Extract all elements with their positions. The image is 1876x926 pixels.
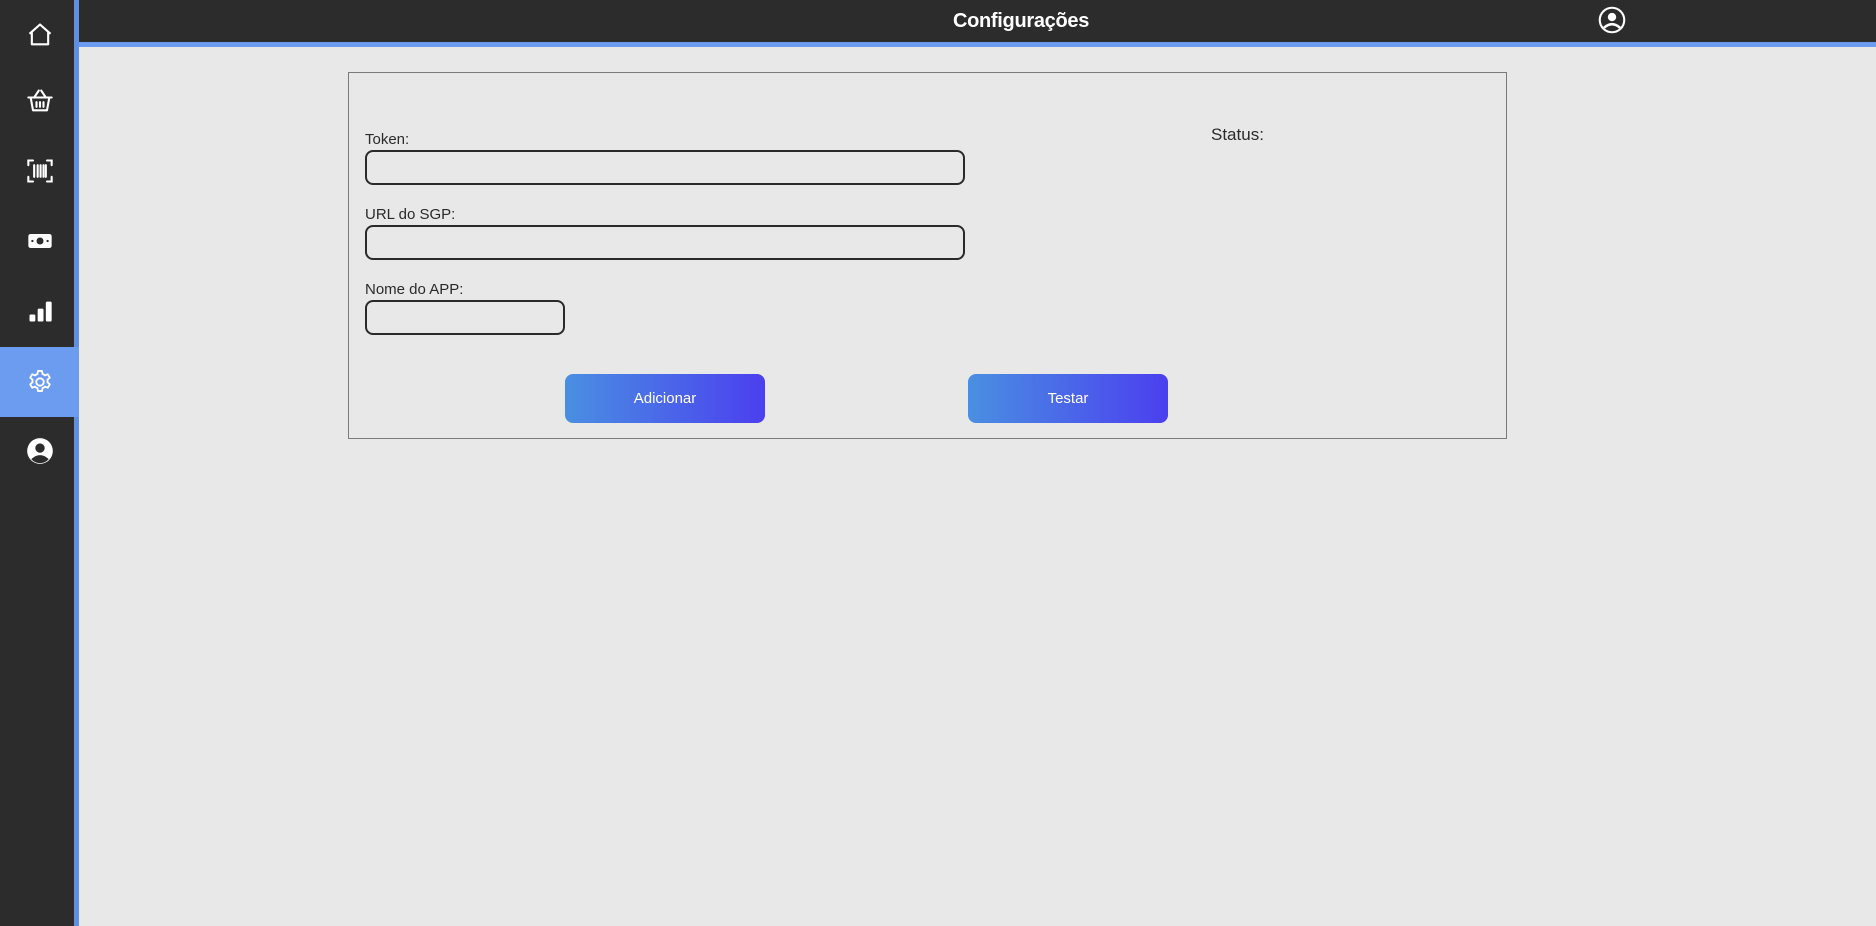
sgp-url-input[interactable] (365, 225, 965, 260)
sidebar-item-barcode[interactable] (0, 136, 79, 206)
token-input[interactable] (365, 150, 965, 185)
sidebar-item-reports[interactable] (0, 276, 79, 346)
app-name-input[interactable] (365, 300, 565, 335)
top-bar: Configurações (79, 0, 1876, 47)
bar-chart-icon (29, 301, 52, 322)
user-account-button[interactable] (1598, 6, 1626, 34)
gear-icon (28, 369, 51, 393)
app-name-label: Nome do APP: (365, 281, 464, 298)
sidebar-item-home[interactable] (0, 0, 79, 70)
sidebar-item-cash[interactable] (0, 206, 79, 276)
sgp-url-label: URL do SGP: (365, 206, 456, 223)
sidebar-item-profile[interactable] (0, 416, 79, 486)
user-circle-icon (1598, 6, 1626, 34)
add-button[interactable]: Adicionar (565, 374, 765, 423)
settings-card: Token: URL do SGP: Nome do APP: Status: … (348, 72, 1507, 439)
barcode-scan-icon (26, 159, 53, 183)
home-icon (28, 23, 51, 46)
page-title: Configurações (952, 10, 1090, 32)
token-label: Token: (365, 131, 410, 148)
basket-icon (26, 89, 53, 112)
cash-icon (27, 234, 52, 248)
status-label: Status: (1211, 125, 1264, 144)
sidebar-item-basket[interactable] (0, 66, 79, 136)
test-button[interactable]: Testar (968, 374, 1168, 423)
sidebar-item-settings[interactable] (0, 347, 79, 417)
user-circle-icon (26, 438, 53, 464)
sidebar (0, 0, 79, 926)
